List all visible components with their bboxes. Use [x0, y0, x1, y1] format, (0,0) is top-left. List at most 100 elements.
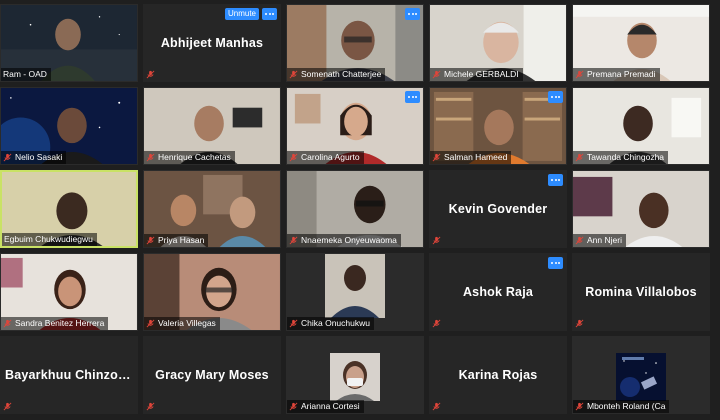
mic-muted-icon: [289, 236, 298, 245]
participant-name: Priya Hasan: [158, 235, 205, 245]
participant-name-label: Sandra Benitez Herrera: [1, 317, 109, 330]
mic-muted-icon: [432, 402, 441, 411]
mic-muted-icon: [432, 319, 441, 328]
participant-tile-active-speaker[interactable]: Egbuim Chukwudiegwu: [0, 170, 138, 248]
mic-muted-icon: [3, 153, 12, 162]
mic-muted-icon: [289, 402, 298, 411]
participant-name: Somenath Chatterjee: [301, 69, 382, 79]
participant-tile[interactable]: Nnaemeka Onyeuwaoma: [286, 170, 424, 248]
participant-tile[interactable]: Ram - OAD: [0, 4, 138, 82]
more-options-button[interactable]: [262, 8, 277, 20]
participant-name-label: Nnaemeka Onyeuwaoma: [287, 234, 401, 247]
participant-display-name: Bayarkhuu Chinzorig: [5, 368, 133, 382]
participant-tile[interactable]: Nelio Sasaki: [0, 87, 138, 165]
mic-muted-icon: [289, 153, 298, 162]
participant-tile[interactable]: Gracy Mary Moses: [143, 336, 281, 414]
more-icon: [408, 12, 417, 16]
participant-name: Chika Onuchukwu: [301, 318, 370, 328]
participant-display-name: Karina Rojas: [458, 368, 538, 382]
participant-name-label: [430, 234, 445, 247]
participant-name-label: Ram - OAD: [1, 68, 51, 81]
mic-muted-icon: [146, 236, 155, 245]
participant-tile[interactable]: Bayarkhuu Chinzorig: [0, 336, 138, 414]
mic-muted-icon: [289, 319, 298, 328]
participant-tile[interactable]: Karina Rojas: [429, 336, 567, 414]
participant-name-label: Arianna Cortesi: [287, 400, 364, 413]
more-icon: [265, 12, 274, 16]
participant-name-label: Ann Njeri: [573, 234, 626, 247]
participant-name-label: Egbuim Chukwudiegwu: [2, 233, 97, 246]
participant-name-label: [144, 68, 159, 81]
participant-name: Sandra Benitez Herrera: [15, 318, 105, 328]
participant-tile[interactable]: Valeria Villegas: [143, 253, 281, 331]
participant-tile[interactable]: Ann Njeri: [572, 170, 710, 248]
participant-name-label: Michele GERBALDI: [430, 68, 523, 81]
participant-name: Carolina Agurto: [301, 152, 360, 162]
unmute-button[interactable]: Unmute: [224, 8, 259, 20]
participant-tile[interactable]: Henrique Cachetas: [143, 87, 281, 165]
participant-name-label: Tawanda Chingozha: [573, 151, 669, 164]
more-options-button[interactable]: [548, 174, 563, 186]
participant-tile[interactable]: Sandra Benitez Herrera: [0, 253, 138, 331]
participant-tile[interactable]: Priya Hasan: [143, 170, 281, 248]
participant-name: Nnaemeka Onyeuwaoma: [301, 235, 397, 245]
more-icon: [551, 178, 560, 182]
participant-display-name: Ashok Raja: [462, 285, 534, 299]
participant-name: Egbuim Chukwudiegwu: [4, 234, 93, 244]
participant-tile[interactable]: Carolina Agurto: [286, 87, 424, 165]
participant-name-label: [144, 400, 159, 413]
participant-display-name: Romina Villalobos: [585, 285, 697, 299]
gallery-grid: Ram - OAD Abhijeet Manhas Unmute Somenat…: [0, 0, 720, 420]
participant-name-label: Mbonteh Roland (Ca: [573, 400, 670, 413]
participant-name: Mbonteh Roland (Ca: [587, 401, 666, 411]
mic-muted-icon: [432, 153, 441, 162]
mic-muted-icon: [146, 153, 155, 162]
mic-muted-icon: [146, 319, 155, 328]
mic-muted-icon: [575, 236, 584, 245]
more-options-button[interactable]: [405, 8, 420, 20]
participant-tile[interactable]: Premana Premadi: [572, 4, 710, 82]
video-feed: [330, 353, 380, 401]
mic-muted-icon: [146, 70, 155, 79]
participant-name: Tawanda Chingozha: [587, 152, 665, 162]
participant-name: Salman Hameed: [444, 152, 508, 162]
participant-tile[interactable]: Salman Hameed: [429, 87, 567, 165]
participant-display-name: Gracy Mary Moses: [155, 368, 269, 382]
mic-muted-icon: [575, 319, 584, 328]
participant-tile[interactable]: Tawanda Chingozha: [572, 87, 710, 165]
more-icon: [551, 95, 560, 99]
participant-name-label: Salman Hameed: [430, 151, 512, 164]
participant-tile[interactable]: Mbonteh Roland (Ca: [572, 336, 710, 414]
participant-name-label: [430, 317, 445, 330]
more-options-button[interactable]: [548, 257, 563, 269]
participant-tile[interactable]: Somenath Chatterjee: [286, 4, 424, 82]
participant-name-label: Priya Hasan: [144, 234, 209, 247]
participant-name: Henrique Cachetas: [158, 152, 231, 162]
participant-name-label: Somenath Chatterjee: [287, 68, 386, 81]
video-feed: [325, 254, 385, 318]
participant-name: Nelio Sasaki: [15, 152, 63, 162]
participant-tile[interactable]: Chika Onuchukwu: [286, 253, 424, 331]
participant-tile[interactable]: Ashok Raja: [429, 253, 567, 331]
more-icon: [551, 261, 560, 265]
participant-name-label: Henrique Cachetas: [144, 151, 235, 164]
participant-name: Michele GERBALDI: [444, 69, 519, 79]
participant-display-name: Abhijeet Manhas: [160, 36, 264, 50]
mic-muted-icon: [3, 319, 12, 328]
participant-tile[interactable]: Abhijeet Manhas Unmute: [143, 4, 281, 82]
participant-name-label: [1, 400, 16, 413]
participant-name-label: Carolina Agurto: [287, 151, 364, 164]
more-options-button[interactable]: [548, 91, 563, 103]
participant-tile[interactable]: Kevin Govender: [429, 170, 567, 248]
participant-name: Ann Njeri: [587, 235, 622, 245]
mic-muted-icon: [3, 402, 12, 411]
participant-tile[interactable]: Romina Villalobos: [572, 253, 710, 331]
profile-picture: [616, 353, 666, 401]
mic-muted-icon: [289, 70, 298, 79]
participant-tile[interactable]: Michele GERBALDI: [429, 4, 567, 82]
participant-name: Ram - OAD: [3, 69, 47, 79]
participant-tile[interactable]: Arianna Cortesi: [286, 336, 424, 414]
more-options-button[interactable]: [405, 91, 420, 103]
mic-muted-icon: [432, 70, 441, 79]
participant-name-label: [573, 317, 588, 330]
